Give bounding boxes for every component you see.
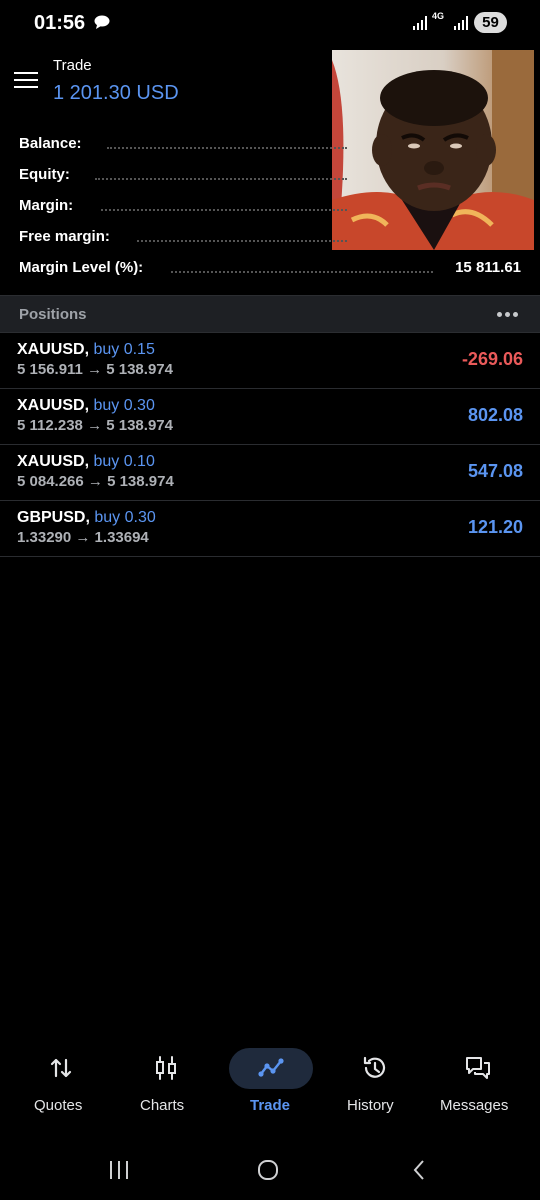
account-label: Balance: [19,135,82,152]
more-options-icon[interactable] [497,312,521,318]
position-side: buy 0.30 [93,397,155,414]
position-profit: 547.08 [467,461,523,481]
home-icon[interactable] [256,1158,280,1182]
account-row-free-margin: Free margin: [19,228,521,250]
trade-icon [258,1058,284,1077]
nav-label: Trade [250,1097,291,1114]
leader-dots [171,271,433,273]
account-value: 15 811.61 [455,259,521,276]
account-label: Margin: [19,197,74,214]
account-row-margin: Margin: [19,197,521,219]
nav-tab-history[interactable]: History [334,1046,416,1116]
messages-icon [466,1057,490,1079]
position-title: XAUUSD, buy 0.15 [17,341,155,359]
position-profit: 802.08 [467,405,523,425]
position-symbol: XAUUSD, [17,397,90,414]
position-side: buy 0.30 [94,509,156,526]
candlestick-icon [156,1056,176,1080]
position-prices: 1.33290 → 1.33694 [17,529,149,546]
position-row[interactable]: GBPUSD, buy 0.30 1.33290 → 1.33694 121.2… [0,501,540,557]
position-title: GBPUSD, buy 0.30 [17,509,156,527]
menu-icon[interactable] [14,72,38,90]
signal-icon [413,16,427,30]
account-row-margin-level: Margin Level (%): 15 811.61 [19,259,521,281]
history-icon [363,1056,386,1078]
position-title: XAUUSD, buy 0.30 [17,397,155,415]
back-icon[interactable] [408,1158,432,1182]
chat-notification-icon [94,15,110,29]
position-prices: 5 084.266 → 5 138.974 [17,473,174,490]
position-prices: 5 112.238 → 5 138.974 [17,417,173,434]
position-profit: 121.20 [467,517,523,537]
account-row-equity: Equity: [19,166,521,188]
position-row[interactable]: XAUUSD, buy 0.10 5 084.266 → 5 138.974 5… [0,445,540,501]
leader-dots [137,240,347,242]
network-type-label: 4G [432,11,445,21]
positions-header: Positions [0,295,540,333]
nav-label: Quotes [34,1097,83,1114]
position-side: buy 0.10 [93,453,155,470]
position-row[interactable]: XAUUSD, buy 0.15 5 156.911 → 5 138.974 -… [0,333,540,389]
nav-label: Messages [440,1097,509,1114]
leader-dots [95,178,347,180]
position-title: XAUUSD, buy 0.10 [17,453,155,471]
position-symbol: GBPUSD, [17,509,90,526]
position-profit: -269.06 [461,349,523,369]
leader-dots [101,209,347,211]
nav-label: Charts [140,1097,185,1114]
nav-tab-quotes[interactable]: Quotes [20,1046,102,1116]
signal-icon-secondary [454,16,468,30]
quotes-icon [50,1058,72,1078]
position-symbol: XAUUSD, [17,341,90,358]
nav-tab-trade[interactable]: Trade [229,1046,313,1116]
account-row-balance: Balance: [19,135,521,157]
position-prices: 5 156.911 → 5 138.974 [17,361,173,378]
account-label: Free margin: [19,228,110,245]
status-time: 01:56 [34,12,86,34]
leader-dots [107,147,347,149]
account-label: Equity: [19,166,70,183]
balance-amount: 1 201.30 USD [53,82,179,104]
account-label: Margin Level (%): [19,259,144,276]
recent-apps-icon[interactable] [107,1158,131,1182]
battery-indicator: 59 [474,12,507,33]
position-side: buy 0.15 [93,341,155,358]
nav-label: History [347,1097,394,1114]
page-title: Trade [53,57,92,74]
position-row[interactable]: XAUUSD, buy 0.30 5 112.238 → 5 138.974 8… [0,389,540,445]
status-bar: 01:56 4G 59 [0,0,540,46]
positions-title: Positions [19,306,87,323]
nav-tab-charts[interactable]: Charts [125,1046,207,1116]
nav-tab-messages[interactable]: Messages [436,1046,526,1116]
position-symbol: XAUUSD, [17,453,90,470]
